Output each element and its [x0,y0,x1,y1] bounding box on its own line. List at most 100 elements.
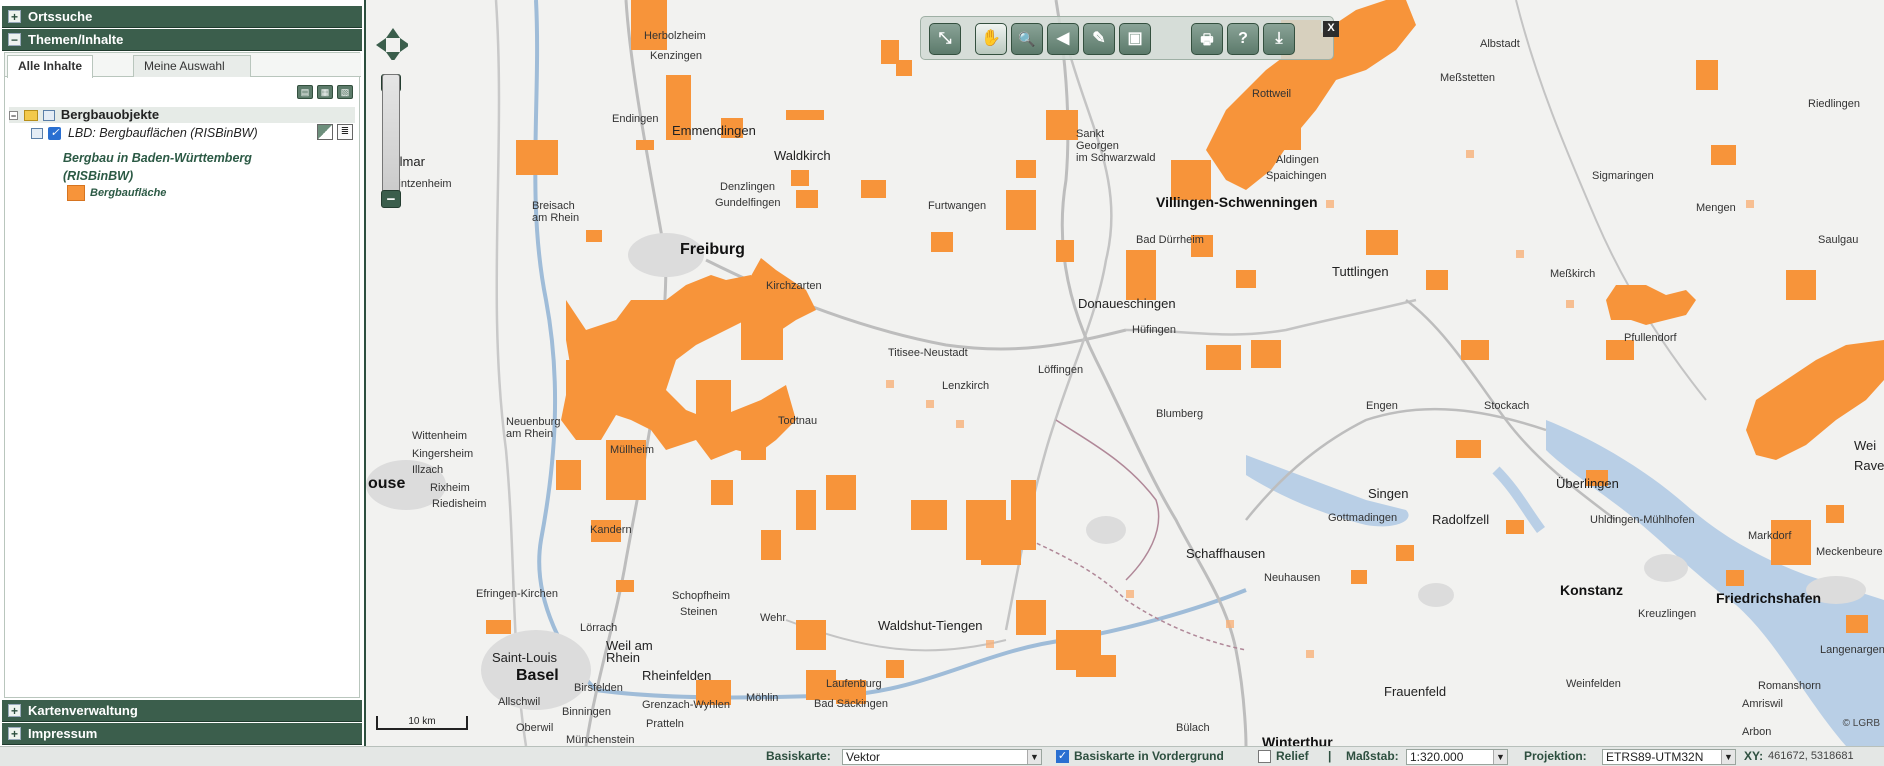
layer-visibility-checkbox[interactable]: ✓ [48,127,62,141]
place-allschwil: Allschwil [498,696,541,708]
tab-meine-auswahl[interactable]: Meine Auswahl [133,55,251,77]
place-mullheim: Müllheim [610,444,655,456]
place-birsfelden: Birsfelden [574,682,623,694]
place-pfullendorf: Pfullendorf [1624,332,1677,344]
place-weilamrhein: Weil am Rhein [606,638,653,665]
chevron-down-icon[interactable]: ▼ [1721,750,1735,764]
place-messkirch: Meßkirch [1550,268,1596,280]
place-rheinfelden: Rheinfelden [642,668,712,683]
toolbar-close-icon[interactable]: X [1323,21,1339,37]
basemap [366,0,1884,746]
expand-icon[interactable]: + [8,704,21,717]
left-panel: + Ortssuche − Themen/Inhalte Alle Inhalt… [0,0,366,746]
chevron-down-icon[interactable]: ▼ [1027,750,1041,764]
collapse-icon[interactable]: − [8,33,21,46]
section-kartenverwaltung-label: Kartenverwaltung [28,703,138,718]
place-wehr: Wehr [760,612,787,624]
tree-collapse-icon[interactable]: − [9,111,18,121]
place-freiburg: Freiburg [680,241,745,258]
place-villingen: Villingen-Schwenningen [1156,194,1318,210]
place-kirchzarten: Kirchzarten [766,280,822,292]
layer-transparency-icon[interactable] [317,124,333,140]
section-impressum-label: Impressum [28,726,98,741]
place-kreuzlingen: Kreuzlingen [1638,608,1697,620]
place-riedlingen: Riedlingen [1808,98,1860,110]
zoom-magnifier-icon[interactable]: 🔍 [1011,23,1043,55]
pan-south-icon[interactable] [386,52,400,60]
tree-layer-label: LBD: Bergbauflächen (RISBinBW) [67,126,258,140]
place-breisach: Breisach am Rhein [532,200,580,224]
vordergrund-checkbox[interactable]: ✓ [1056,750,1069,763]
filter-icon[interactable]: ▧ [337,85,353,99]
place-albstadt: Albstadt [1480,38,1520,50]
place-mulhouse: ouse [368,475,406,492]
copyright: © LGRB [1842,718,1880,729]
place-badsackingen: Bad Säckingen [814,698,888,710]
section-themen[interactable]: − Themen/Inhalte [2,29,362,51]
tab-alle-inhalte[interactable]: Alle Inhalte [7,55,94,78]
place-mengen: Mengen [1696,202,1736,214]
place-amriswil: Amriswil [1742,698,1783,710]
help-icon[interactable]: ? [1227,23,1259,55]
place-lenzkirch: Lenzkirch [942,380,990,392]
expand-icon[interactable]: + [8,727,21,740]
expand-all-icon[interactable]: ▦ [317,85,333,99]
layer-info-icon[interactable]: ≣ [337,124,353,140]
section-kartenverwaltung[interactable]: + Kartenverwaltung [2,700,362,722]
massstab-label: Maßstab: [1346,749,1399,763]
projektion-select[interactable]: ETRS89-UTM32N ▼ [1602,749,1736,765]
place-basel: Basel [516,667,559,684]
legend-swatch [67,185,85,201]
pan-west-icon[interactable] [376,38,386,52]
themes-panel: Alle Inhalte Meine Auswahl ▤ ▦ ▧ − Bergb… [4,52,361,698]
place-furtwangen: Furtwangen [928,200,987,212]
tree-group-label: Bergbauobjekte [60,107,160,122]
section-impressum[interactable]: + Impressum [2,723,362,745]
print-icon[interactable]: 🖶 [1191,23,1223,55]
status-separator: | [1328,749,1332,763]
back-icon[interactable]: ◀ [1047,23,1079,55]
place-rottweil: Rottweil [1252,88,1292,100]
tree-layer-bergbauflaechen[interactable]: ✓ LBD: Bergbauflächen (RISBinBW) [31,125,258,141]
expand-icon[interactable]: + [8,10,21,23]
place-radolfzell: Radolfzell [1432,512,1490,527]
place-gottmadingen: Gottmadingen [1328,512,1398,524]
section-ortssuche[interactable]: + Ortssuche [2,6,362,28]
zoom-slider[interactable] [382,74,400,208]
pan-east-icon[interactable] [400,38,408,52]
place-uberlingen: Überlingen [1556,476,1619,491]
export-icon[interactable]: ⤓ [1263,23,1295,55]
pan-hand-icon[interactable]: ✋ [975,23,1007,55]
legend-title: Bergbau in Baden-Württemberg (RISBinBW) [63,151,252,183]
place-friedrichshafen: Friedrichshafen [1716,590,1822,606]
relief-checkbox[interactable] [1258,750,1271,763]
place-aldingen: Aldingen [1276,154,1319,166]
pan-control[interactable] [376,28,408,60]
massstab-select[interactable]: 1:320.000 ▼ [1406,749,1508,765]
print-area-icon[interactable]: ▣ [1119,23,1151,55]
edit-pen-icon[interactable]: ✎ [1083,23,1115,55]
place-engen: Engen [1366,400,1398,412]
place-oberwil: Oberwil [516,722,554,734]
zoom-to-extent-icon[interactable]: ⤡ [929,23,961,55]
place-stockach: Stockach [1484,400,1530,412]
chevron-down-icon[interactable]: ▼ [1493,750,1507,764]
map-canvas[interactable]: Herbolzheim Kenzingen Endingen Emmending… [366,0,1884,746]
collapse-all-icon[interactable]: ▤ [297,85,313,99]
place-todtnau: Todtnau [778,415,818,427]
place-munchenstein: Münchenstein [566,734,635,746]
pan-north-icon[interactable] [386,28,400,38]
zoom-out-button[interactable]: − [381,190,401,208]
place-riedisheim: Riedisheim [432,498,487,510]
place-herbolzheim: Herbolzheim [644,30,706,42]
place-titisee: Titisee-Neustadt [888,347,968,359]
scale-label: 10 km [408,716,436,727]
place-emmendingen: Emmendingen [672,123,756,138]
map-toolbar: ⤡ ✋ 🔍 ◀ ✎ ▣ 🖶 ? ⤓ X [920,16,1339,60]
place-illzach: Illzach [412,464,444,476]
tree-group-bergbauobjekte[interactable]: − Bergbauobjekte [9,107,355,123]
place-winterthur: Winterthur [1262,734,1333,746]
basiskarte-select[interactable]: Vektor ▼ [842,749,1042,765]
place-markdorf: Markdorf [1748,530,1792,542]
legend-label: Bergbaufläche [90,187,167,199]
